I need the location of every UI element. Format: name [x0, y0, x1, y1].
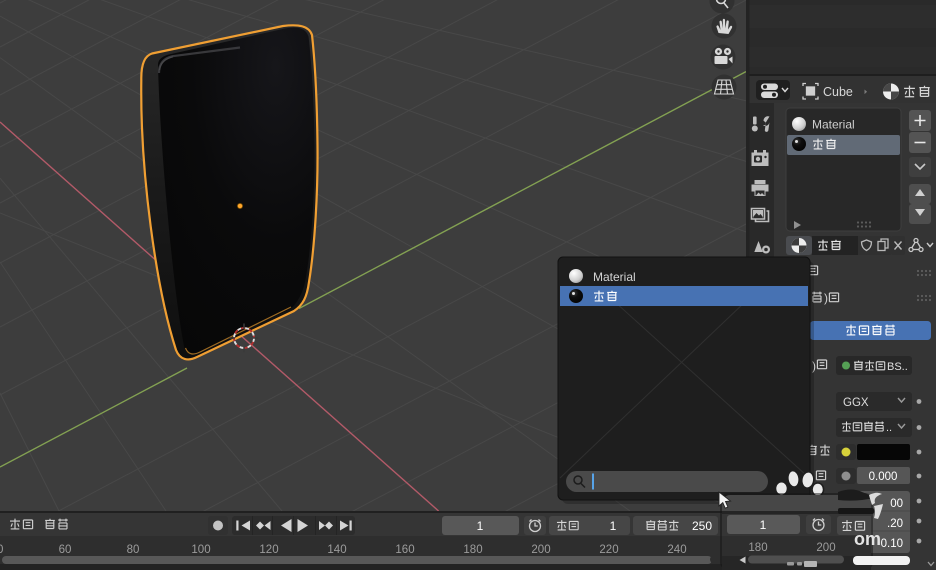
svg-text:240: 240 — [667, 544, 686, 556]
svg-text:220: 220 — [599, 544, 618, 556]
svg-text:1: 1 — [760, 518, 767, 532]
svg-text:BS..: BS.. — [887, 361, 908, 373]
svg-text:Cube: Cube — [823, 85, 853, 99]
svg-text:40: 40 — [0, 544, 3, 556]
svg-text:0.10: 0.10 — [881, 538, 903, 550]
svg-text:100: 100 — [191, 544, 210, 556]
svg-text:.20: .20 — [887, 518, 903, 530]
svg-text:180: 180 — [748, 542, 767, 554]
svg-text:1: 1 — [610, 519, 617, 533]
svg-text:200: 200 — [816, 542, 835, 554]
svg-text:00: 00 — [890, 498, 903, 510]
svg-text:): ) — [824, 291, 828, 305]
svg-text:0.000: 0.000 — [869, 471, 898, 483]
svg-text:200: 200 — [531, 544, 550, 556]
svg-text:GGX: GGX — [843, 397, 869, 409]
svg-text:160: 160 — [395, 544, 414, 556]
svg-text:80: 80 — [127, 544, 140, 556]
svg-text:om: om — [854, 529, 881, 549]
svg-text:120: 120 — [259, 544, 278, 556]
svg-text:Material: Material — [593, 270, 636, 284]
svg-text:..: .. — [886, 422, 892, 434]
svg-text:60: 60 — [59, 544, 72, 556]
svg-text:Material: Material — [812, 118, 855, 132]
svg-text:250: 250 — [692, 519, 712, 533]
svg-text:1: 1 — [477, 519, 484, 533]
svg-text:180: 180 — [463, 544, 482, 556]
svg-text:140: 140 — [327, 544, 346, 556]
